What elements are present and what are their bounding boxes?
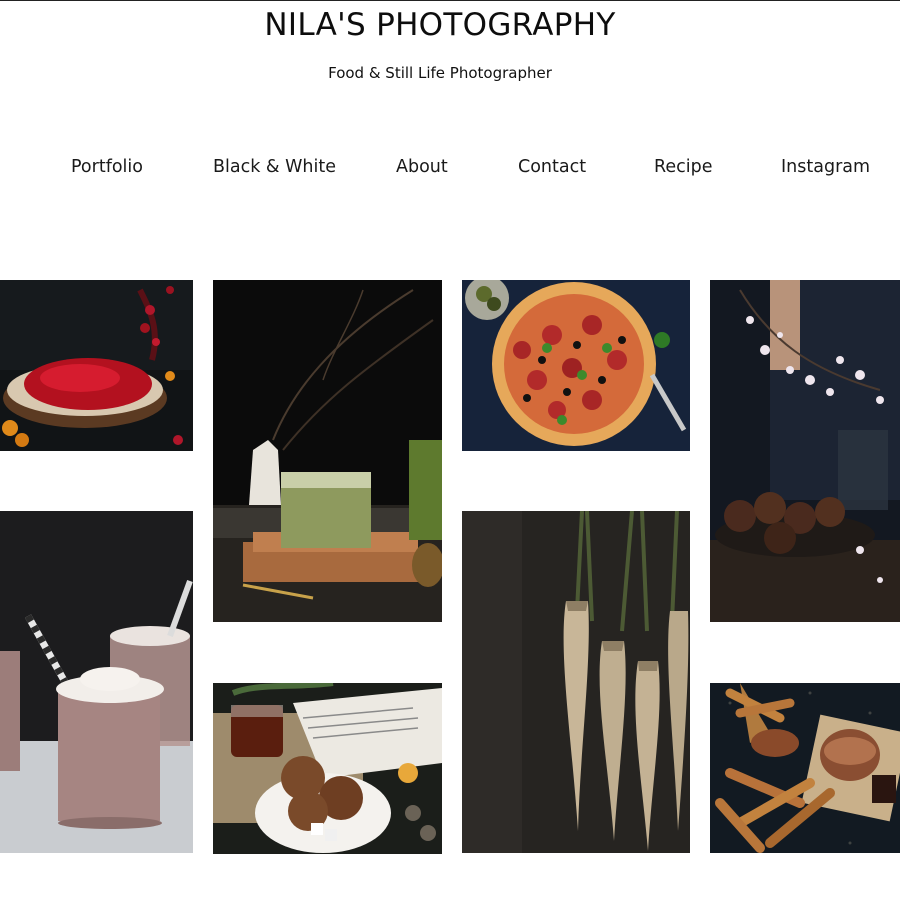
nav-link-contact[interactable]: Contact <box>518 157 586 177</box>
photo-churros[interactable] <box>710 683 900 853</box>
nav-link-recipe[interactable]: Recipe <box>654 157 713 177</box>
photo-milkshakes[interactable] <box>0 511 193 853</box>
photo-parsnips[interactable] <box>462 511 690 853</box>
nav-link-instagram[interactable]: Instagram <box>781 157 870 177</box>
nav-link-portfolio[interactable]: Portfolio <box>71 157 143 177</box>
nav-link-black-white[interactable]: Black & White <box>213 157 336 177</box>
site-tagline: Food & Still Life Photographer <box>328 64 552 82</box>
photo-pizza[interactable] <box>462 280 690 451</box>
photo-red-currants[interactable] <box>0 280 193 451</box>
photo-tea-cookies[interactable] <box>213 683 442 854</box>
site-title[interactable]: NILA'S PHOTOGRAPHY <box>0 7 880 43</box>
top-divider <box>0 0 900 1</box>
photo-matcha-latte[interactable] <box>213 280 442 622</box>
nav-link-about[interactable]: About <box>396 157 448 177</box>
photo-blossoms-muffins[interactable] <box>710 280 900 622</box>
